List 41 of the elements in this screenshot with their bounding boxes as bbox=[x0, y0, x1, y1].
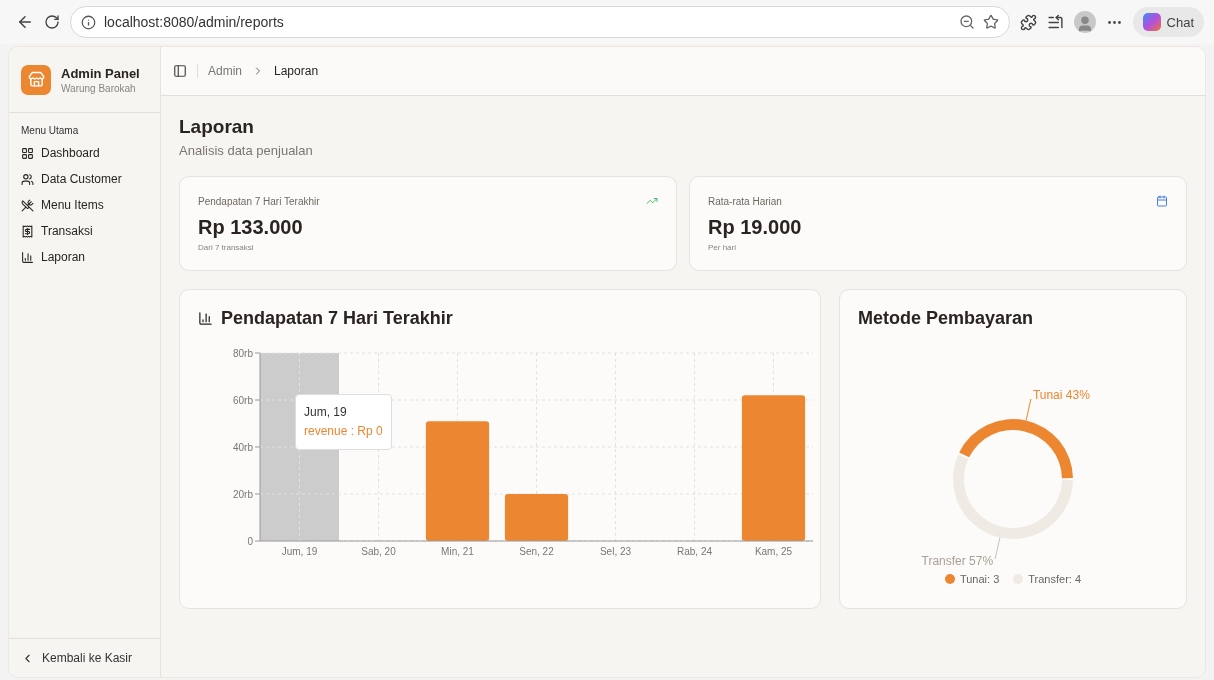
chat-button[interactable]: Chat bbox=[1132, 7, 1204, 37]
stat-note: Dari 7 transaksi bbox=[198, 243, 255, 252]
legend-label: Tunai: 3 bbox=[959, 573, 1000, 585]
breadcrumb-item[interactable]: Admin bbox=[208, 64, 242, 78]
page-title: Laporan bbox=[179, 116, 255, 138]
nav-item[interactable]: Laporan bbox=[9, 244, 160, 270]
nav-item[interactable]: Transaksi bbox=[9, 218, 160, 244]
brand-subtitle: Warung Barokah bbox=[61, 82, 137, 94]
nav-item[interactable]: Data Customer bbox=[9, 166, 160, 192]
axis-label: 40rb bbox=[233, 442, 253, 453]
chart-title: Pendapatan 7 Hari Terakhir bbox=[221, 308, 453, 329]
brand-title: Admin Panel bbox=[61, 65, 140, 81]
stat-note: Per hari bbox=[708, 243, 737, 252]
address-bar[interactable]: localhost:8080/admin/reports bbox=[70, 6, 1010, 38]
back-to-cashier-link[interactable]: Kembali ke Kasir bbox=[21, 651, 148, 665]
axis-label: Rab, 24 bbox=[677, 546, 712, 557]
axis-label: Sel, 23 bbox=[599, 546, 632, 557]
stat-label: Pendapatan 7 Hari Terakhir bbox=[198, 195, 320, 207]
tooltip-title: Jum, 19 bbox=[304, 404, 348, 421]
slice-label: Transfer 57% bbox=[921, 554, 994, 569]
slice-label: Tunai 43% bbox=[1032, 387, 1090, 402]
stat-value: Rp 19.000 bbox=[708, 216, 803, 239]
nav-item[interactable]: Dashboard bbox=[9, 140, 160, 166]
stat-label: Rata-rata Harian bbox=[708, 195, 782, 207]
breadcrumb-item: Laporan bbox=[274, 64, 319, 78]
page-subtitle: Analisis data penjualan bbox=[179, 143, 314, 158]
stat-value: Rp 133.000 bbox=[198, 216, 304, 239]
axis-label: Sen, 22 bbox=[519, 546, 554, 557]
tooltip-value: revenue : Rp 0 bbox=[304, 423, 383, 441]
chart-title: Metode Pembayaran bbox=[858, 308, 1035, 329]
axis-label: Sab, 20 bbox=[361, 546, 396, 557]
axis-label: 0 bbox=[247, 536, 253, 547]
axis-label: 80rb bbox=[233, 348, 253, 359]
axis-label: 60rb bbox=[233, 395, 253, 406]
axis-label: 20rb bbox=[233, 489, 253, 500]
axis-label: Min, 21 bbox=[441, 546, 474, 557]
section-label: Menu Utama bbox=[20, 124, 80, 138]
axis-label: Kam, 25 bbox=[754, 546, 793, 557]
axis-label: Jum, 19 bbox=[281, 546, 318, 557]
nav-item[interactable]: Menu Items bbox=[9, 192, 160, 218]
legend-label: Transfer: 4 bbox=[1028, 573, 1082, 585]
